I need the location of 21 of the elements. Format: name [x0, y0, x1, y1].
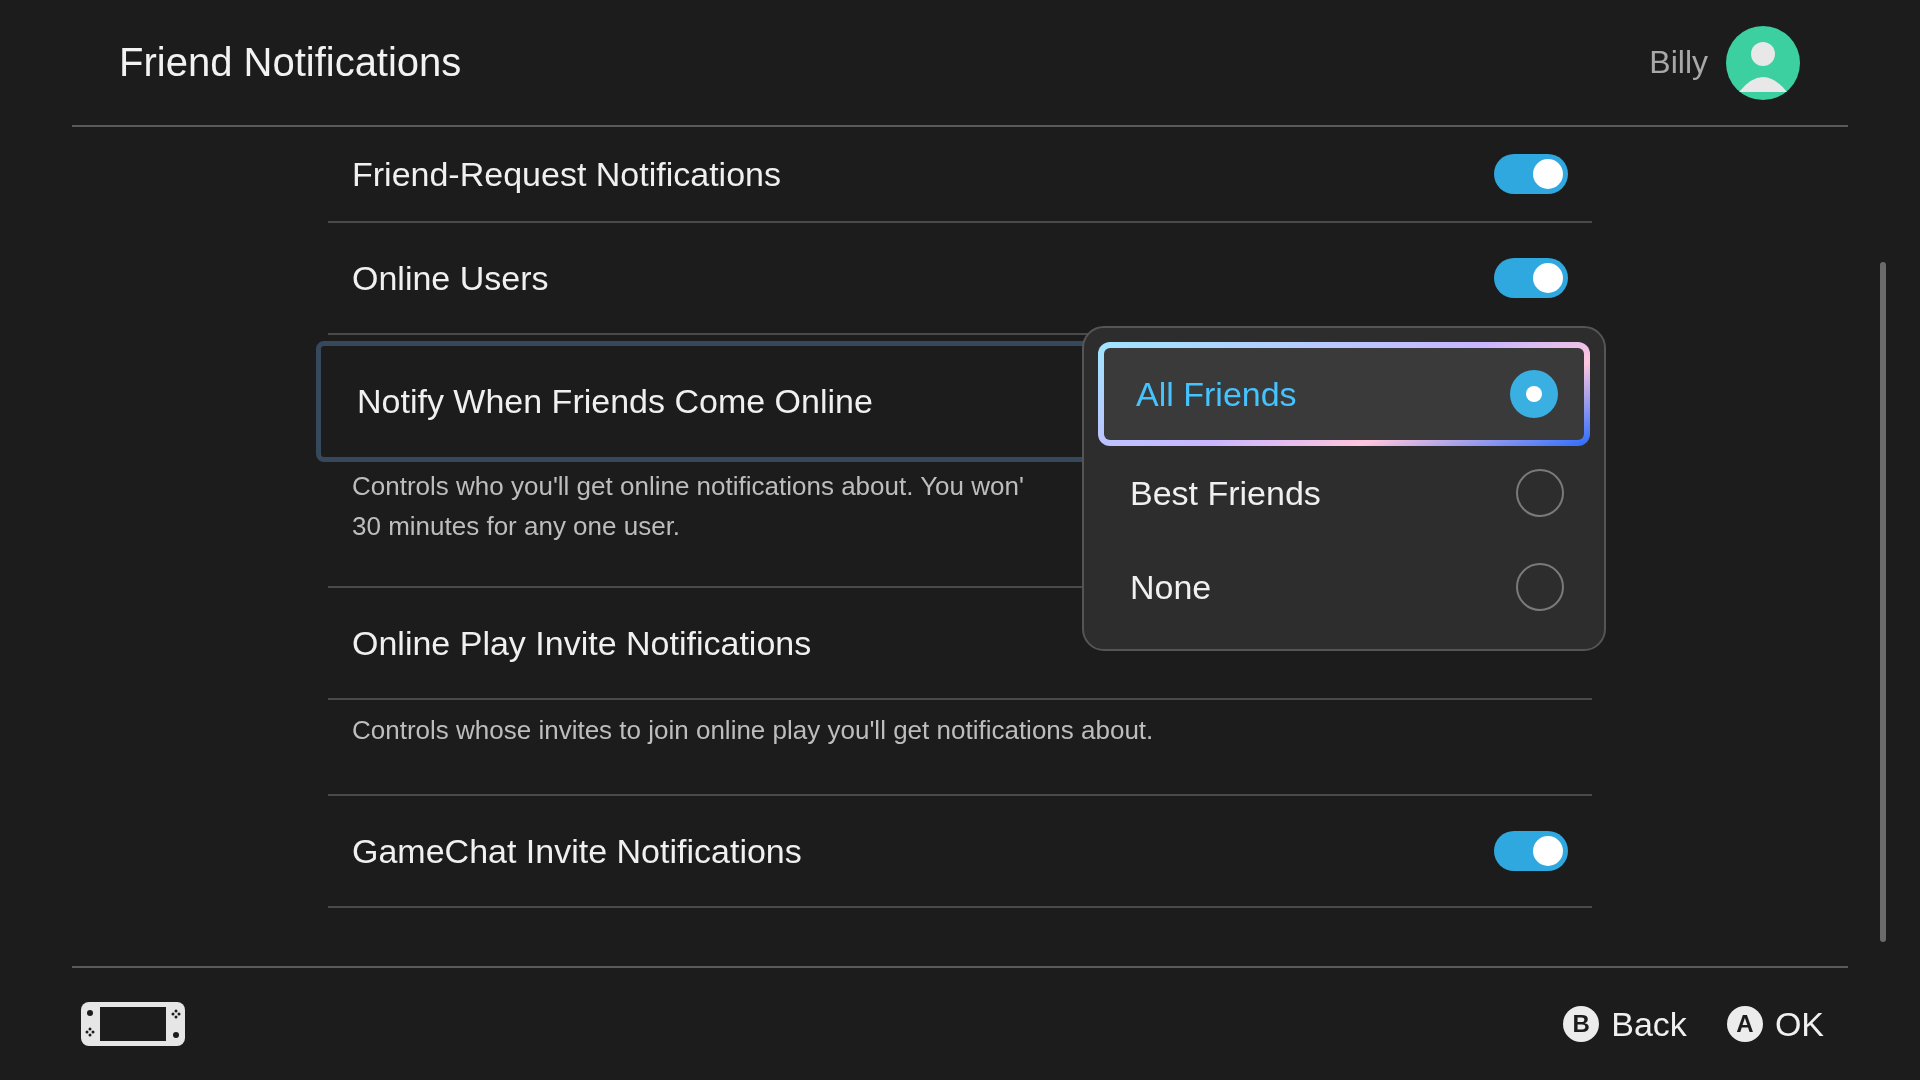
page-title: Friend Notifications: [119, 40, 462, 85]
setting-label: Online Play Invite Notifications: [352, 623, 812, 663]
setting-label: Online Users: [352, 258, 549, 298]
console-icon: [80, 1001, 186, 1047]
setting-description: Controls who you'll get online notifications about. You won': [352, 470, 1024, 503]
setting-description: Controls whose invites to join online play you'll get notifications about.: [352, 714, 1154, 747]
footer-button[interactable]: B Back: [1563, 1004, 1687, 1044]
toggle-switch[interactable]: [1494, 258, 1568, 298]
radio-button[interactable]: [1516, 563, 1564, 611]
radio-button[interactable]: [1510, 370, 1558, 418]
menu-option[interactable]: None: [1098, 540, 1590, 634]
setting-label: Notify When Friends Come Online: [357, 382, 873, 421]
footer-button[interactable]: A OK: [1726, 1004, 1824, 1044]
toggle-switch[interactable]: [1494, 831, 1568, 871]
setting-label: GameChat Invite Notifications: [352, 831, 802, 871]
user-name: Billy: [1649, 44, 1708, 81]
radio-button[interactable]: [1516, 469, 1564, 517]
setting-label: Friend-Request Notifications: [352, 154, 781, 194]
setting-description: 30 minutes for any one user.: [352, 510, 681, 543]
toggle-switch[interactable]: [1494, 154, 1568, 194]
avatar[interactable]: [1726, 25, 1800, 100]
